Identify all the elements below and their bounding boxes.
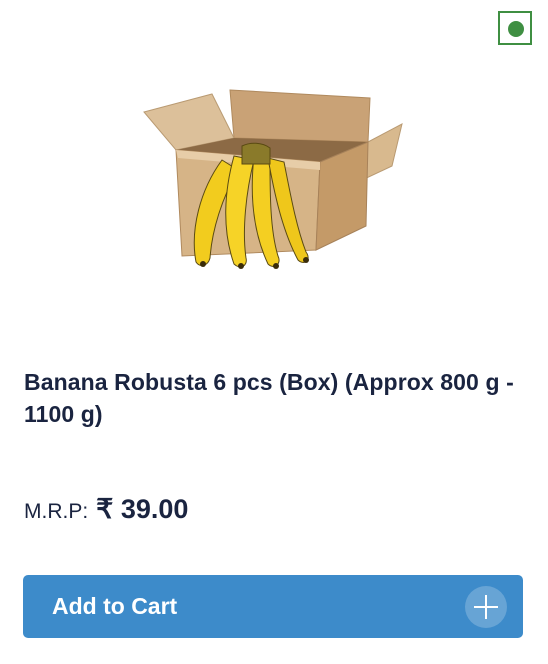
mrp-label: M.R.P: bbox=[24, 500, 89, 523]
banana-box-image[interactable] bbox=[130, 80, 410, 280]
product-card[interactable]: Banana Robusta 6 pcs (Box) (Approx 800 g… bbox=[0, 0, 548, 664]
plus-icon bbox=[465, 586, 507, 628]
add-to-cart-label: Add to Cart bbox=[52, 593, 178, 619]
price-row: M.R.P: ₹ 39.00 bbox=[24, 494, 188, 530]
veg-dot bbox=[508, 21, 524, 37]
add-to-cart-button[interactable]: Add to Cart bbox=[23, 575, 523, 638]
product-title[interactable]: Banana Robusta 6 pcs (Box) (Approx 800 g… bbox=[24, 366, 524, 430]
price-value: ₹ 39.00 bbox=[96, 494, 189, 524]
veg-indicator-icon bbox=[498, 11, 532, 45]
